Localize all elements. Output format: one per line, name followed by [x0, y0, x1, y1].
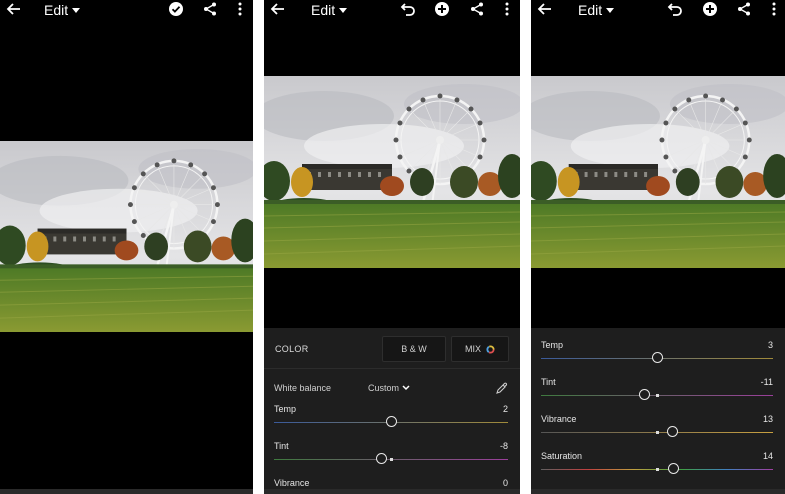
- slider-center-mark: [655, 394, 659, 397]
- photo-preview[interactable]: [0, 141, 253, 332]
- caret-down-icon: [606, 7, 615, 13]
- white-balance-label: White balance: [274, 383, 332, 393]
- slider-knob[interactable]: [376, 453, 388, 464]
- color-panel: COLOR B & W MIX White balance Custom Tem…: [264, 328, 520, 494]
- edit-label: Edit: [311, 2, 336, 18]
- photo-preview[interactable]: [264, 76, 520, 268]
- slider-label: Vibrance: [274, 478, 310, 488]
- bw-button-label: B & W: [401, 344, 427, 354]
- slider-label: Temp: [541, 340, 564, 350]
- slider-label: Vibrance: [541, 414, 577, 424]
- slider-value: 14: [762, 451, 773, 461]
- undo-icon[interactable]: [400, 1, 416, 17]
- more-options-icon[interactable]: [766, 1, 782, 17]
- slider-value: 13: [762, 414, 773, 424]
- slider-temp[interactable]: Temp 2: [274, 404, 508, 440]
- slider-vibrance[interactable]: Vibrance 13: [541, 414, 773, 450]
- screen-edit-view: Edit: [0, 0, 253, 494]
- share-icon[interactable]: [202, 1, 218, 17]
- slider-center-mark: [389, 458, 393, 461]
- add-circle-icon[interactable]: [702, 1, 718, 17]
- slider-tint[interactable]: Tint -8: [274, 441, 508, 477]
- share-icon[interactable]: [736, 1, 752, 17]
- caret-down-icon: [72, 7, 81, 13]
- edit-menu[interactable]: Edit: [44, 2, 81, 18]
- mix-button-label: MIX: [464, 344, 481, 354]
- add-circle-icon[interactable]: [434, 1, 450, 17]
- color-panel-header: COLOR B & W MIX: [264, 328, 520, 369]
- white-balance-dropdown[interactable]: Custom: [368, 383, 410, 393]
- slider-knob[interactable]: [385, 416, 397, 427]
- edit-menu[interactable]: Edit: [311, 2, 348, 18]
- more-options-icon[interactable]: [232, 1, 248, 17]
- undo-icon[interactable]: [667, 1, 683, 17]
- eyedropper-icon[interactable]: [494, 381, 508, 395]
- slider-label: Tint: [541, 377, 556, 387]
- white-balance-value: Custom: [368, 383, 400, 393]
- back-arrow-icon[interactable]: [6, 1, 22, 17]
- slider-center-mark: [655, 431, 659, 434]
- screen-color-panel: Edit COLOR B & W MIX White balance Custo…: [264, 0, 520, 494]
- edit-label: Edit: [578, 2, 603, 18]
- slider-value: 3: [767, 340, 773, 350]
- slider-value: -8: [499, 441, 508, 451]
- bw-button[interactable]: B & W: [382, 336, 446, 362]
- share-icon[interactable]: [469, 1, 485, 17]
- photo-preview[interactable]: [531, 76, 785, 268]
- slider-saturation[interactable]: Saturation 14: [541, 451, 773, 487]
- slider-temp[interactable]: Temp 3: [541, 340, 773, 376]
- slider-knob[interactable]: [666, 426, 678, 437]
- top-bar: Edit: [0, 0, 253, 20]
- bottom-toolbar: [531, 489, 785, 494]
- bottom-toolbar: [264, 489, 520, 494]
- mix-button[interactable]: MIX: [451, 336, 509, 362]
- back-arrow-icon[interactable]: [537, 1, 553, 17]
- screen-color-panel-scrolled: Edit Temp 3 Tint -11 Vibrance 13 Saturation 14: [531, 0, 785, 494]
- back-arrow-icon[interactable]: [270, 1, 286, 17]
- check-circle-icon[interactable]: [168, 1, 184, 17]
- top-bar: Edit: [264, 0, 520, 20]
- top-bar: Edit: [531, 0, 785, 20]
- slider-value: -11: [760, 377, 773, 387]
- slider-label: Tint: [274, 441, 289, 451]
- edit-label: Edit: [44, 2, 69, 18]
- color-wheel-icon: [486, 344, 495, 354]
- slider-value: 0: [502, 478, 508, 488]
- color-label: COLOR: [275, 344, 309, 354]
- white-balance-row[interactable]: White balance Custom: [274, 381, 508, 397]
- edit-menu[interactable]: Edit: [578, 2, 615, 18]
- slider-label: Temp: [274, 404, 297, 414]
- chevron-down-icon: [402, 385, 410, 391]
- slider-center-mark: [655, 468, 659, 471]
- slider-label: Saturation: [541, 451, 583, 461]
- color-panel: Temp 3 Tint -11 Vibrance 13 Saturation 14: [531, 328, 785, 494]
- slider-knob[interactable]: [638, 389, 650, 400]
- slider-knob[interactable]: [651, 352, 663, 363]
- bottom-toolbar: [0, 489, 253, 494]
- slider-knob[interactable]: [667, 463, 679, 474]
- slider-value: 2: [502, 404, 508, 414]
- caret-down-icon: [339, 7, 348, 13]
- more-options-icon[interactable]: [499, 1, 515, 17]
- slider-tint[interactable]: Tint -11: [541, 377, 773, 413]
